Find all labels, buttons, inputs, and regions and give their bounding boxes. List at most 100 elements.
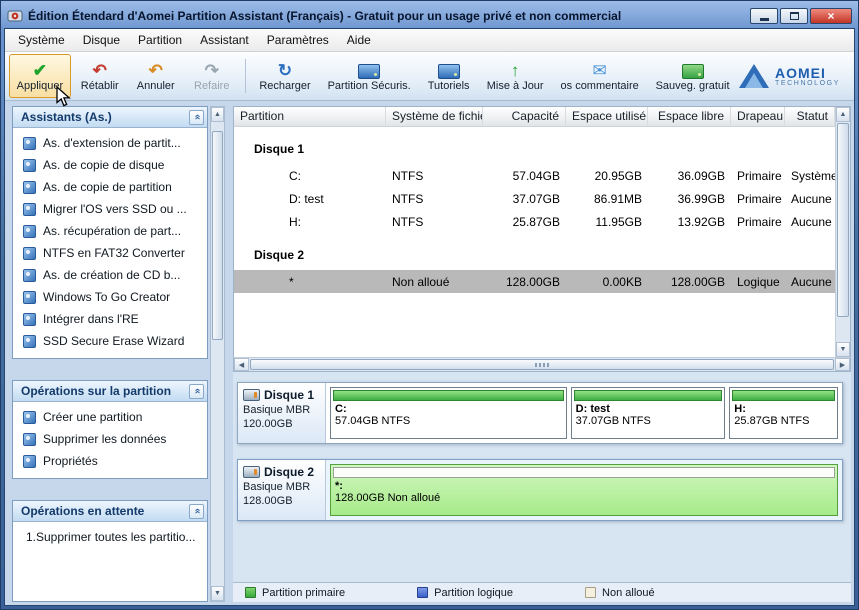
item-label: As. d'extension de partit... [43,136,181,150]
secure-drive-icon [358,63,381,79]
tutorials-icon [437,63,460,79]
disk1-partition-c[interactable]: C: 57.04GB NTFS [330,387,567,439]
collapse-icon: « [191,508,203,514]
column-header-used[interactable]: Espace utilisé [566,107,648,126]
sidebar-item-ssd-secure-erase[interactable]: SSD Secure Erase Wizard [13,330,207,352]
close-button[interactable]: × [810,8,852,24]
free-backup-button[interactable]: Sauveg. gratuit [648,54,737,98]
column-header-filesystem[interactable]: Système de fichier [386,107,483,126]
column-header-free[interactable]: Espace libre [648,107,731,126]
sidebar-item-partition-copy-wizard[interactable]: As. de copie de partition [13,176,207,198]
cell-filesystem: NTFS [392,191,424,206]
column-header-partition[interactable]: Partition [234,107,386,126]
disk2-label-box[interactable]: Disque 2 Basique MBR 128.00GB [238,460,326,520]
cell-capacity: 25.87GB [512,214,560,229]
bootable-cd-icon [23,268,36,282]
backup-drive-icon [681,63,704,79]
disk2-group-label[interactable]: Disque 2 [234,233,835,270]
scroll-down-button[interactable]: ▼ [211,586,224,601]
table-row-d[interactable]: D: test NTFS 37.07GB 86.91MB 36.99GB Pri… [234,187,835,210]
column-header-flag[interactable]: Drapeau [731,107,785,126]
partition-info: 37.07GB NTFS [575,415,651,427]
menu-disque[interactable]: Disque [74,30,129,50]
disk1-partition-d[interactable]: D: test 37.07GB NTFS [570,387,726,439]
sidebar-item-create-partition[interactable]: Créer une partition [13,406,207,428]
table-row-unallocated-selected[interactable]: * Non alloué 128.00GB 0.00KB 128.00GB Lo… [234,270,835,293]
table-body: Disque 1 C: NTFS 57.04GB 20.95GB 36.09GB… [234,127,835,357]
disk1-group-label[interactable]: Disque 1 [234,127,835,164]
maximize-button[interactable] [780,8,808,24]
sidebar-item-windows-to-go[interactable]: Windows To Go Creator [13,286,207,308]
menu-partition[interactable]: Partition [129,30,191,50]
table-horizontal-scrollbar[interactable]: ◀ ▶ [233,357,851,372]
menu-aide[interactable]: Aide [338,30,380,50]
tutorials-button[interactable]: Tutoriels [420,54,477,98]
apply-button[interactable]: ✔ Appliquer [9,54,71,98]
table-vertical-scrollbar[interactable]: ▲ ▼ [835,107,850,357]
collapse-button[interactable]: « [189,383,204,399]
scroll-right-button[interactable]: ▶ [835,358,850,371]
disk1-label-box[interactable]: Disque 1 Basique MBR 120.00GB [238,383,326,443]
collapse-button[interactable]: « [189,109,204,125]
sidebar-item-integrate-re[interactable]: Intégrer dans l'RE [13,308,207,330]
app-icon [7,10,23,22]
partition-ops-title: Opérations sur la partition [21,384,172,398]
scroll-thumb[interactable] [837,123,849,317]
column-header-status[interactable]: Statut [785,107,835,126]
window-title: Édition Étendard d'Aomei Partition Assis… [28,9,622,23]
table-row-h[interactable]: H: NTFS 25.87GB 11.95GB 13.92GB Primaire… [234,210,835,233]
sidebar-scrollbar[interactable]: ▲ ▼ [210,106,225,602]
titlebar[interactable]: Édition Étendard d'Aomei Partition Assis… [4,4,855,28]
integrate-re-icon [23,312,36,326]
secure-label: Partition Sécuris. [327,80,411,92]
item-label: As. de création de CD b... [43,268,181,282]
scroll-thumb[interactable] [250,359,834,370]
sidebar-item-wipe-data[interactable]: Supprimer les données [13,428,207,450]
cell-flag: Primaire [737,168,782,183]
scroll-down-button[interactable]: ▼ [836,342,850,357]
menu-parametres[interactable]: Paramètres [258,30,338,50]
pending-operation-item[interactable]: 1.Supprimer toutes les partitio... [13,526,207,548]
menu-assistant[interactable]: Assistant [191,30,258,50]
scroll-track[interactable] [211,122,224,586]
redo-button[interactable]: ↷ Refaire [185,54,239,98]
sidebar-item-extend-partition-wizard[interactable]: As. d'extension de partit... [13,132,207,154]
pending-ops-header[interactable]: Opérations en attente « [13,501,207,522]
create-partition-icon [23,410,36,424]
scroll-up-button[interactable]: ▲ [211,107,224,122]
item-label: As. récupération de part... [43,224,182,238]
sidebar-item-partition-recovery[interactable]: As. récupération de part... [13,220,207,242]
table-row-c[interactable]: C: NTFS 57.04GB 20.95GB 36.09GB Primaire… [234,164,835,187]
scroll-thumb[interactable] [212,131,223,341]
toolbar-separator [244,59,246,93]
scroll-up-button[interactable]: ▲ [836,107,850,122]
partition-label: C: [335,403,347,415]
scroll-track[interactable] [837,122,849,342]
update-button[interactable]: ↑ Mise à Jour [479,54,551,98]
wipe-data-icon [23,432,36,446]
discard-button[interactable]: ↶ Rétablir [73,54,127,98]
secure-partition-button[interactable]: Partition Sécuris. [320,54,418,98]
undo-button[interactable]: ↶ Annuler [129,54,183,98]
scroll-left-button[interactable]: ◀ [234,358,249,371]
sidebar-item-migrate-os[interactable]: Migrer l'OS vers SSD ou ... [13,198,207,220]
feedback-button[interactable]: ✉ os commentaire [553,54,646,98]
reload-button[interactable]: ↻ Recharger [252,54,319,98]
menu-systeme[interactable]: Système [9,30,74,50]
collapse-button[interactable]: « [189,503,204,519]
cell-partition: * [289,274,294,289]
wizards-panel-header[interactable]: Assistants (As.) « [13,107,207,128]
disk2-unallocated-selected[interactable]: *: 128.00GB Non alloué [330,464,838,516]
sidebar: Assistants (As.) « As. d'extension de pa… [12,106,208,602]
column-header-capacity[interactable]: Capacité [483,107,566,126]
partition-ops-header[interactable]: Opérations sur la partition « [13,381,207,402]
item-label: 1.Supprimer toutes les partitio... [26,530,196,544]
sidebar-item-ntfs-fat32-converter[interactable]: NTFS en FAT32 Converter [13,242,207,264]
minimize-button[interactable] [750,8,778,24]
cell-status: Aucune [791,214,832,229]
cell-flag: Logique [737,274,780,289]
sidebar-item-bootable-cd[interactable]: As. de création de CD b... [13,264,207,286]
sidebar-item-disk-copy-wizard[interactable]: As. de copie de disque [13,154,207,176]
disk1-partition-h[interactable]: H: 25.87GB NTFS [729,387,838,439]
sidebar-item-properties[interactable]: Propriétés [13,450,207,472]
